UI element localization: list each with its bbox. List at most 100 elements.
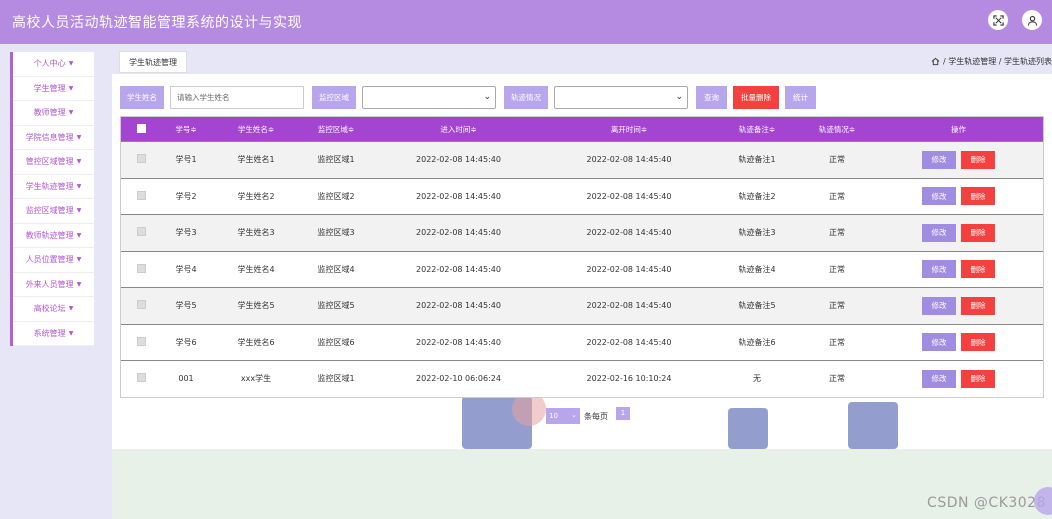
cell-actions: 修改 删除	[872, 223, 1045, 242]
cell-id: 001	[178, 374, 194, 384]
sidebar-item-monitor-area[interactable]: 监控区域管理 ▼	[13, 199, 94, 224]
fullscreen-icon[interactable]	[988, 10, 1008, 30]
sidebar-item-system-management[interactable]: 系统管理 ▼	[13, 322, 94, 346]
track-status-select[interactable]: ⌄	[554, 86, 688, 109]
row-checkbox[interactable]	[136, 336, 146, 346]
cell-actions: 修改 删除	[872, 187, 1045, 206]
column-header-leave-time[interactable]: 离开时间≑	[546, 124, 712, 135]
delete-button[interactable]: 删除	[961, 369, 995, 388]
sidebar-item-forum[interactable]: 高校论坛 ▼	[13, 297, 94, 322]
watermark: CSDN @CK3028	[927, 495, 1046, 511]
row-checkbox-cell	[121, 263, 161, 275]
cell-actions: 修改 删除	[872, 369, 1045, 388]
top-icons	[988, 10, 1042, 30]
cell-name: 学生姓名6	[237, 337, 275, 347]
sidebar-item-visitor-management[interactable]: 外来人员管理 ▼	[13, 273, 94, 297]
cell-id: 学号2	[175, 191, 197, 201]
sidebar-item-personal-center[interactable]: 个人中心 ▼	[13, 52, 94, 77]
sidebar-item-student-management[interactable]: 学生管理 ▼	[13, 77, 94, 101]
caret-down-icon: ▼	[76, 280, 82, 288]
cell-area: 监控区域1	[317, 374, 355, 384]
chevron-down-icon: ⌄	[675, 92, 683, 102]
row-checkbox[interactable]	[136, 190, 146, 200]
sidebar-item-control-area[interactable]: 管控区域管理 ▼	[13, 150, 94, 175]
edit-button[interactable]: 修改	[922, 333, 956, 352]
caret-down-icon: ▼	[76, 182, 82, 190]
caret-down-icon: ▼	[76, 231, 82, 239]
cell-status: 正常	[829, 337, 845, 347]
caret-down-icon: ▼	[68, 60, 74, 68]
page-size-value: 10	[549, 412, 558, 420]
column-header-id[interactable]: 学号≑	[161, 124, 211, 135]
page-number-current[interactable]: 1	[616, 406, 630, 420]
edit-button[interactable]: 修改	[922, 296, 956, 315]
user-icon[interactable]	[1022, 10, 1042, 30]
edit-button[interactable]: 修改	[922, 150, 956, 169]
caret-down-icon: ▼	[68, 84, 74, 92]
row-checkbox[interactable]	[136, 263, 146, 273]
page-tab-student-track[interactable]: 学生轨迹管理	[119, 51, 187, 73]
student-name-input[interactable]: 请输入学生姓名	[170, 86, 304, 109]
sidebar-item-label: 学生轨迹管理	[25, 181, 74, 191]
cell-leave-time: 2022-02-16 10:10:24	[586, 374, 672, 384]
batch-delete-button[interactable]: 批量删除	[733, 86, 779, 109]
delete-button[interactable]: 删除	[961, 333, 995, 352]
edit-button[interactable]: 修改	[922, 223, 956, 242]
cell-leave-time: 2022-02-08 14:45:40	[586, 301, 672, 311]
column-header-name[interactable]: 学生姓名≑	[211, 124, 301, 135]
cell-id: 学号5	[175, 301, 197, 311]
student-name-label: 学生姓名	[120, 86, 164, 109]
sidebar-item-student-track[interactable]: 学生轨迹管理 ▼	[13, 175, 94, 199]
table-row: 学号1 学生姓名1 监控区域1 2022-02-08 14:45:40 2022…	[121, 141, 1043, 178]
home-icon[interactable]	[931, 57, 940, 66]
chevron-down-icon: ⌄	[571, 411, 577, 419]
row-checkbox[interactable]	[136, 154, 146, 164]
edit-button[interactable]: 修改	[922, 369, 956, 388]
sidebar-item-person-location[interactable]: 人员位置管理 ▼	[13, 248, 94, 273]
sidebar-item-teacher-track[interactable]: 教师轨迹管理 ▼	[13, 224, 94, 248]
cell-status: 正常	[829, 228, 845, 238]
edit-button[interactable]: 修改	[922, 260, 956, 279]
cell-note: 轨迹备注3	[738, 228, 776, 238]
row-checkbox[interactable]	[136, 300, 146, 310]
column-header-enter-time[interactable]: 进入时间≑	[371, 124, 546, 135]
row-checkbox-cell	[121, 373, 161, 384]
delete-button[interactable]: 删除	[961, 187, 995, 206]
cell-area: 监控区域3	[317, 228, 355, 238]
column-header-note[interactable]: 轨迹备注≑	[712, 124, 802, 135]
cell-id: 学号6	[175, 337, 197, 347]
delete-button[interactable]: 删除	[961, 150, 995, 169]
column-header-area[interactable]: 监控区域≑	[301, 124, 371, 135]
edit-button[interactable]: 修改	[922, 187, 956, 206]
cell-name: xxx学生	[240, 374, 272, 384]
table-row: 学号2 学生姓名2 监控区域2 2022-02-08 14:45:40 2022…	[121, 177, 1045, 214]
background-illustration	[848, 402, 898, 449]
background-decoration	[112, 449, 1052, 519]
row-checkbox[interactable]	[136, 373, 146, 383]
cell-area: 监控区域4	[317, 264, 355, 274]
search-toolbar: 学生姓名 请输入学生姓名 监控区域 ⌄ 轨迹情况 ⌄ 查询 批量删除 统计	[120, 86, 816, 109]
column-header-actions: 操作	[951, 124, 966, 134]
page-size-select[interactable]: 10 ⌄	[546, 408, 580, 424]
row-checkbox-cell	[121, 227, 161, 238]
cell-enter-time: 2022-02-10 06:06:24	[416, 374, 501, 384]
cell-status: 正常	[829, 264, 845, 274]
sidebar-item-teacher-management[interactable]: 教师管理 ▼	[13, 101, 94, 126]
monitor-area-select[interactable]: ⌄	[362, 86, 496, 109]
column-header-status[interactable]: 轨迹情况≑	[802, 124, 872, 135]
row-checkbox[interactable]	[136, 227, 146, 237]
delete-button[interactable]: 删除	[961, 296, 995, 315]
cell-id: 学号1	[175, 155, 197, 165]
sidebar-item-label: 教师管理	[33, 108, 66, 118]
delete-button[interactable]: 删除	[961, 260, 995, 279]
stats-button[interactable]: 统计	[785, 86, 816, 109]
sidebar-item-label: 外来人员管理	[25, 279, 74, 289]
caret-down-icon: ▼	[68, 305, 74, 313]
row-checkbox-cell	[121, 336, 161, 348]
chevron-down-icon: ⌄	[483, 92, 491, 102]
delete-button[interactable]: 删除	[961, 223, 995, 242]
query-button[interactable]: 查询	[696, 86, 727, 109]
sidebar-item-college-info[interactable]: 学院信息管理 ▼	[13, 126, 94, 150]
table-header: 学号≑ 学生姓名≑ 监控区域≑ 进入时间≑ 离开时间≑ 轨迹备注≑ 轨迹情况≑ …	[121, 117, 1043, 141]
select-all-checkbox[interactable]	[136, 123, 146, 133]
